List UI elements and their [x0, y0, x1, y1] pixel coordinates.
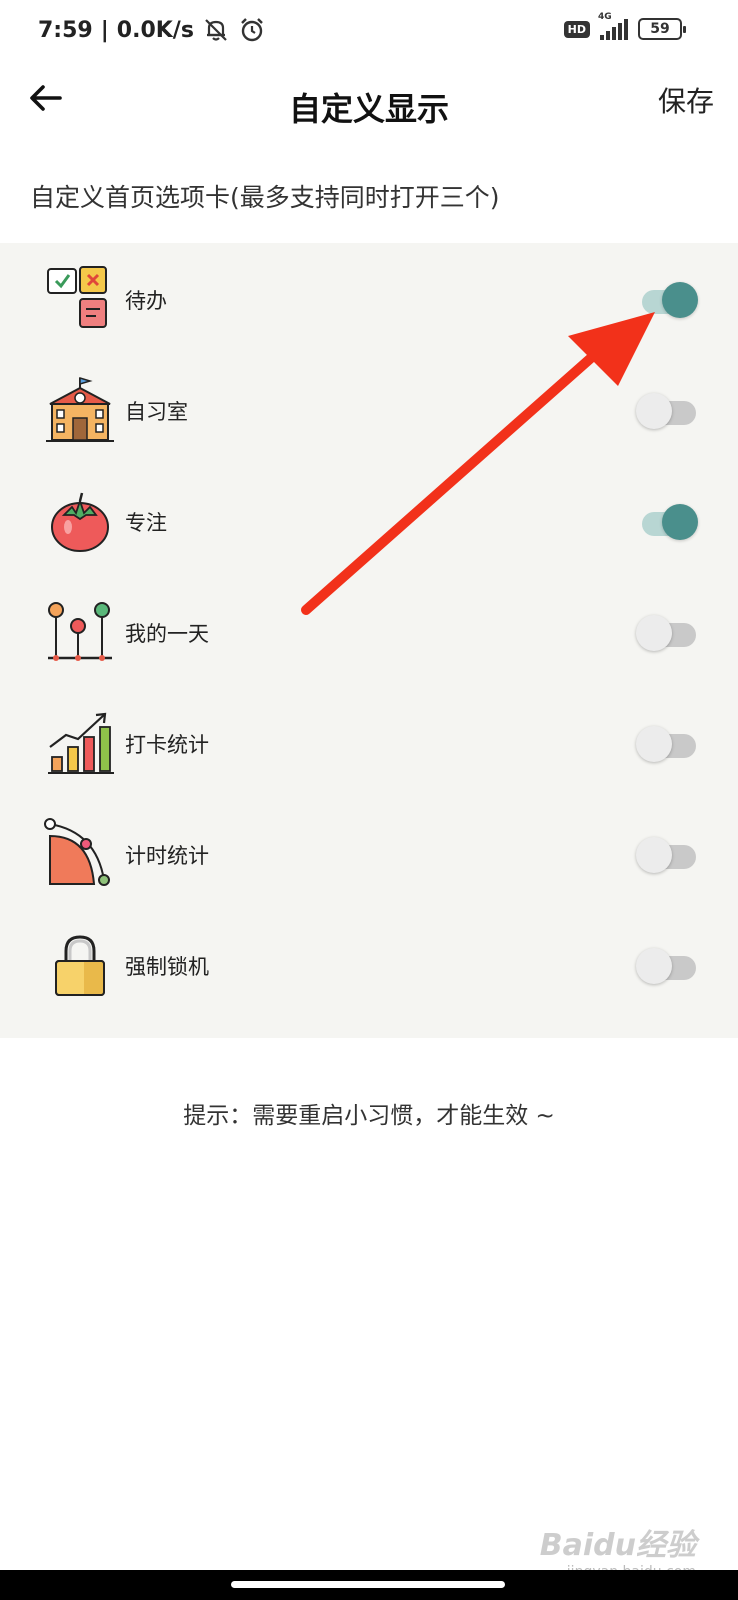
toggle-switch[interactable] [636, 614, 698, 651]
restart-hint: 提示：需要重启小习惯，才能生效 ~ [183, 1103, 555, 1129]
alarm-icon [238, 16, 266, 44]
toggle-switch[interactable] [636, 947, 698, 984]
status-time: 7:59 [38, 17, 93, 43]
toggle-knob [636, 948, 672, 984]
battery-icon: 59 [638, 18, 686, 40]
toggle-knob [636, 393, 672, 429]
bell-off-icon [202, 16, 230, 44]
page-title: 自定义显示 [288, 90, 449, 128]
toggle-knob [636, 726, 672, 762]
status-bar: 7:59 | 0.0K/s HD 4G 59 [0, 0, 738, 64]
list-item-todo: 待办 [0, 243, 738, 356]
home-indicator[interactable] [231, 1581, 505, 1588]
list-item-focus: 专注 [0, 465, 738, 578]
toggle-knob [636, 837, 672, 873]
todo-notes-icon [47, 266, 107, 328]
status-right: HD 4G 59 [563, 12, 686, 40]
section-subtitle: 自定义首页选项卡(最多支持同时打开三个) [30, 183, 500, 212]
pie-curve-icon [44, 818, 110, 886]
list-item-label: 自习室 [125, 399, 188, 424]
toggle-knob [662, 504, 698, 540]
list-item-label: 计时统计 [125, 843, 209, 868]
navigation-bar [0, 1570, 738, 1600]
toggle-switch[interactable] [636, 836, 698, 873]
watermark-text: Baidu经验 [539, 1528, 696, 1563]
battery-level: 59 [650, 21, 670, 37]
tomato-icon [51, 492, 109, 552]
toggle-knob [662, 282, 698, 318]
hd-badge: HD [563, 20, 590, 38]
bar-chart-icon [48, 712, 114, 774]
list-item-timer-stats: 计时统计 [0, 798, 738, 911]
timeline-icon [48, 602, 112, 661]
toggle-knob [636, 615, 672, 651]
toggle-switch[interactable] [636, 281, 698, 318]
list-item-label: 我的一天 [125, 621, 209, 646]
school-building-icon [46, 376, 114, 442]
list-item-study-room: 自习室 [0, 354, 738, 467]
tab-options-list: 待办 自习室 专注 我的一天 打卡统计 计时统计 强制锁机 [0, 243, 738, 1038]
list-item-force-lock: 强制锁机 [0, 909, 738, 1022]
list-item-checkin-stats: 打卡统计 [0, 687, 738, 800]
list-item-label: 打卡统计 [125, 732, 209, 757]
header: 自定义显示 保存 [0, 64, 738, 144]
signal-icon: 4G [598, 12, 628, 40]
padlock-icon [55, 935, 105, 996]
toggle-switch[interactable] [636, 392, 698, 429]
status-net-speed: 0.0K/s [116, 17, 194, 43]
status-left: 7:59 | 0.0K/s [38, 16, 266, 44]
save-button[interactable]: 保存 [658, 80, 714, 120]
status-divider: | [100, 17, 109, 43]
list-item-label: 待办 [125, 288, 167, 313]
toggle-switch[interactable] [636, 725, 698, 762]
toggle-switch[interactable] [636, 503, 698, 540]
list-item-label: 专注 [125, 510, 167, 535]
network-type: 4G [598, 12, 612, 22]
list-item-my-day: 我的一天 [0, 576, 738, 689]
list-item-label: 强制锁机 [125, 954, 209, 979]
